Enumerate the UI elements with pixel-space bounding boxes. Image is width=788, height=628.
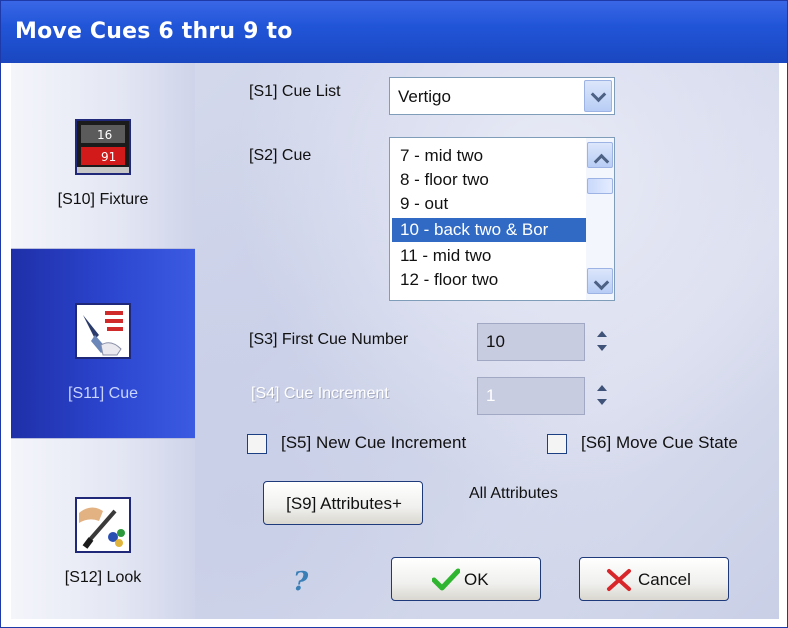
first-cue-number-value: 10 — [486, 332, 505, 351]
dialog-title: Move Cues 6 thru 9 to — [1, 1, 787, 63]
move-cue-state-label: [S6] Move Cue State — [581, 433, 738, 452]
ok-button[interactable]: OK — [391, 557, 541, 601]
fixture-icon-graphic: 16 91 — [77, 121, 129, 173]
new-cue-increment-checkbox[interactable] — [247, 434, 267, 454]
chevron-down-icon — [593, 274, 610, 291]
cancel-label: Cancel — [638, 570, 691, 589]
sidebar-item-label: [S11] Cue — [68, 385, 138, 402]
fixture-icon: 16 91 — [75, 119, 131, 175]
x-icon — [607, 569, 631, 591]
check-icon — [432, 568, 460, 591]
attributes-summary: All Attributes — [469, 485, 558, 502]
list-item-selected[interactable]: 10 - back two & Bor — [392, 218, 586, 242]
list-item[interactable]: 11 - mid two — [392, 244, 586, 268]
first-cue-number-label: [S3] First Cue Number — [249, 331, 409, 348]
first-cue-number-spinner[interactable] — [591, 323, 613, 361]
attributes-button-label: [S9] Attributes+ — [286, 494, 402, 513]
cue-list-select[interactable]: Vertigo — [389, 77, 615, 115]
sidebar-item-fixture[interactable]: 16 91 [S10] Fixture — [11, 63, 195, 249]
spin-up-icon — [597, 331, 607, 337]
cancel-button[interactable]: Cancel — [579, 557, 729, 601]
scroll-thumb[interactable] — [587, 178, 613, 194]
cue-label: [S2] Cue — [249, 147, 312, 164]
cue-list-scrollbar[interactable] — [586, 138, 614, 300]
cue-icon — [75, 303, 131, 359]
new-cue-increment-label: [S5] New Cue Increment — [281, 433, 467, 452]
cue-increment-spinner — [591, 377, 613, 415]
cue-listbox[interactable]: 7 - mid two 8 - floor two 9 - out 10 - b… — [389, 137, 615, 301]
scroll-down-button[interactable] — [587, 268, 613, 294]
ok-label: OK — [464, 570, 489, 589]
cue-icon-graphic — [77, 305, 129, 357]
sidebar-item-label: [S10] Fixture — [57, 191, 149, 208]
spin-up-icon — [597, 385, 607, 391]
sidebar-item-look[interactable]: [S12] Look — [11, 439, 195, 619]
sidebar-item-label: [S12] Look — [64, 569, 142, 586]
cue-list-value: Vertigo — [398, 87, 451, 106]
look-icon — [75, 497, 131, 553]
cue-increment-label: [S4] Cue Increment — [251, 385, 389, 402]
fixture-icon-top-text: 16 — [97, 128, 112, 142]
cue-list-dropdown-button[interactable] — [584, 80, 612, 112]
list-item[interactable]: 12 - floor two — [392, 268, 586, 292]
first-cue-number-input[interactable]: 10 — [477, 323, 585, 361]
chevron-up-icon — [593, 153, 610, 170]
help-icon[interactable]: ? — [293, 567, 308, 597]
chevron-down-icon — [590, 86, 607, 103]
cue-list-label: [S1] Cue List — [249, 83, 341, 100]
list-item[interactable]: 8 - floor two — [392, 168, 586, 192]
move-cues-dialog: Move Cues 6 thru 9 to 16 91 [S10] Fixtur… — [0, 0, 788, 628]
sidebar-item-cue[interactable]: [S11] Cue — [11, 249, 195, 439]
look-icon-graphic — [77, 499, 129, 551]
move-cue-state-checkbox[interactable] — [547, 434, 567, 454]
spin-down-icon — [597, 345, 607, 351]
cue-increment-input: 1 — [477, 377, 585, 415]
cue-increment-value: 1 — [486, 386, 496, 405]
list-item[interactable]: 9 - out — [392, 192, 586, 216]
scroll-up-button[interactable] — [587, 142, 613, 170]
fixture-icon-bottom-text: 91 — [101, 150, 116, 164]
sidebar: 16 91 [S10] Fixture [S11] Cue [S12] Look — [11, 63, 195, 619]
list-item[interactable]: 7 - mid two — [392, 144, 586, 168]
spin-down-icon — [597, 399, 607, 405]
attributes-button[interactable]: [S9] Attributes+ — [263, 481, 423, 525]
